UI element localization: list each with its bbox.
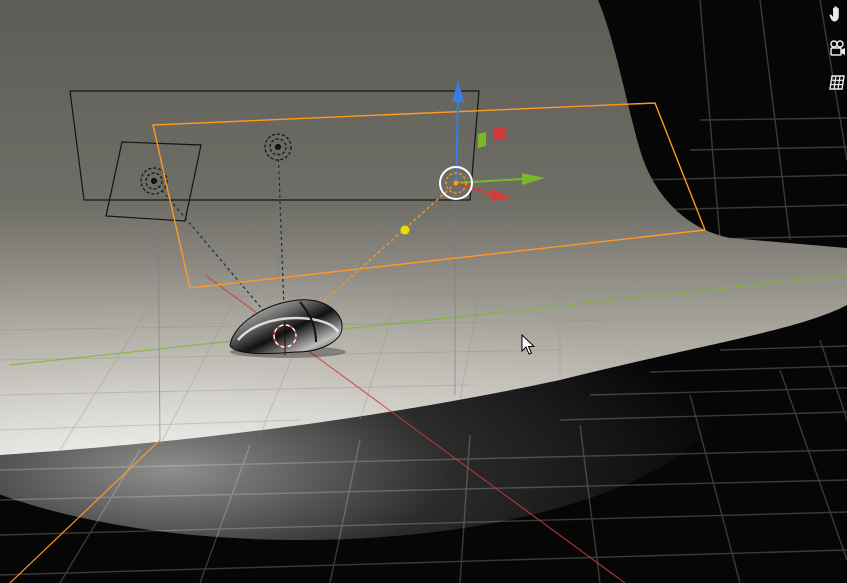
light-target-handle[interactable] (400, 225, 410, 235)
hand-icon[interactable] (827, 2, 847, 26)
3d-viewport[interactable] (0, 0, 847, 583)
grid-icon[interactable] (827, 70, 847, 94)
viewport-scene[interactable] (0, 0, 847, 583)
gizmo-yz-plane[interactable] (478, 132, 486, 148)
gizmo-xz-plane[interactable] (493, 127, 505, 139)
camera-icon[interactable] (827, 36, 847, 60)
selected-light-origin (453, 180, 459, 186)
